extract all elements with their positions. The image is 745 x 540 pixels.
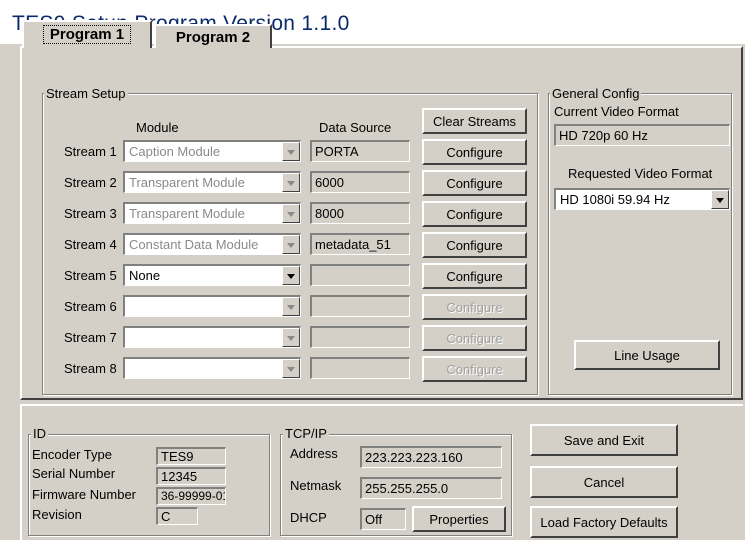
- encoder-type-label: Encoder Type: [32, 447, 112, 462]
- current-video-format-label: Current Video Format: [554, 104, 679, 119]
- current-video-format-field: HD 720p 60 Hz: [554, 124, 730, 146]
- stream-1-source-field[interactable]: PORTA: [310, 140, 410, 162]
- stream-8-module-select[interactable]: [123, 357, 301, 379]
- stream-5-configure-button[interactable]: Configure: [422, 263, 527, 289]
- stream-8-configure-button[interactable]: Configure: [422, 356, 527, 382]
- chevron-down-icon: [282, 142, 300, 161]
- firmware-number-field: 36-99999-01: [156, 487, 226, 505]
- requested-video-format-label: Requested Video Format: [568, 166, 713, 181]
- requested-video-format-select[interactable]: HD 1080i 59.94 Hz: [554, 188, 730, 210]
- stream-1-module-select[interactable]: Caption Module: [123, 140, 301, 162]
- id-label: ID: [31, 426, 48, 441]
- dhcp-label: DHCP: [290, 510, 327, 525]
- encoder-type-field: TES9: [156, 447, 226, 465]
- stream-2-module-select[interactable]: Transparent Module: [123, 171, 301, 193]
- serial-number-field: 12345: [156, 467, 226, 485]
- load-factory-defaults-button[interactable]: Load Factory Defaults: [530, 506, 678, 538]
- chevron-down-icon: [282, 328, 300, 347]
- stream-2-configure-button[interactable]: Configure: [422, 170, 527, 196]
- stream-3-configure-button[interactable]: Configure: [422, 201, 527, 227]
- serial-number-label: Serial Number: [32, 466, 116, 481]
- general-config-label: General Config: [550, 86, 642, 101]
- lower-panel: ID Encoder Type TES9 Serial Number 12345…: [20, 404, 743, 540]
- stream-7-module-select[interactable]: [123, 326, 301, 348]
- stream-3-module-value: Transparent Module: [129, 206, 245, 221]
- chevron-down-icon[interactable]: [711, 190, 729, 209]
- stream-6-source-field[interactable]: [310, 295, 410, 317]
- properties-button[interactable]: Properties: [412, 506, 506, 532]
- stream-1-module-value: Caption Module: [129, 144, 221, 159]
- stream-6-configure-button[interactable]: Configure: [422, 294, 527, 320]
- stream-3-source-field[interactable]: 8000: [310, 202, 410, 224]
- save-and-exit-button[interactable]: Save and Exit: [530, 424, 678, 456]
- stream-7-configure-button[interactable]: Configure: [422, 325, 527, 351]
- tab-program-2[interactable]: Program 2: [154, 24, 272, 48]
- cancel-button[interactable]: Cancel: [530, 466, 678, 498]
- module-header: Module: [136, 120, 179, 135]
- stream-7-label: Stream 7: [64, 330, 117, 345]
- stream-setup-label: Stream Setup: [44, 86, 128, 101]
- line-usage-button[interactable]: Line Usage: [574, 340, 720, 370]
- stream-8-source-field[interactable]: [310, 357, 410, 379]
- tcpip-label: TCP/IP: [283, 426, 329, 441]
- stream-1-label: Stream 1: [64, 144, 117, 159]
- requested-video-format-value: HD 1080i 59.94 Hz: [560, 192, 670, 207]
- chevron-down-icon: [282, 204, 300, 223]
- chevron-down-icon[interactable]: [282, 266, 300, 285]
- revision-field: C: [156, 507, 198, 525]
- chevron-down-icon: [282, 173, 300, 192]
- stream-5-source-field[interactable]: [310, 264, 410, 286]
- stream-6-module-select[interactable]: [123, 295, 301, 317]
- stream-4-label: Stream 4: [64, 237, 117, 252]
- program-panel: Stream Setup Module Data Source Clear St…: [20, 46, 743, 400]
- stream-4-configure-button[interactable]: Configure: [422, 232, 527, 258]
- stream-5-module-value: None: [129, 268, 161, 283]
- netmask-label: Netmask: [290, 478, 342, 493]
- stream-3-module-select[interactable]: Transparent Module: [123, 202, 301, 224]
- address-label: Address: [290, 446, 338, 461]
- stream-1-configure-button[interactable]: Configure: [422, 139, 527, 165]
- setup-window: TES9 Setup Program Version 1.1.0 Program…: [0, 0, 745, 540]
- netmask-field[interactable]: 255.255.255.0: [360, 477, 502, 499]
- chevron-down-icon: [282, 359, 300, 378]
- stream-6-label: Stream 6: [64, 299, 117, 314]
- clear-streams-button[interactable]: Clear Streams: [422, 108, 527, 134]
- stream-7-source-field[interactable]: [310, 326, 410, 348]
- stream-2-label: Stream 2: [64, 175, 117, 190]
- stream-4-source-field[interactable]: metadata_51: [310, 233, 410, 255]
- stream-5-label: Stream 5: [64, 268, 117, 283]
- stream-4-module-value: Constant Data Module: [129, 237, 259, 252]
- firmware-number-label: Firmware Number: [32, 487, 137, 502]
- revision-label: Revision: [32, 507, 82, 522]
- tab-program-1[interactable]: Program 1: [22, 20, 152, 48]
- data-source-header: Data Source: [319, 120, 392, 135]
- dhcp-field[interactable]: Off: [360, 508, 406, 530]
- stream-4-module-select[interactable]: Constant Data Module: [123, 233, 301, 255]
- stream-8-label: Stream 8: [64, 361, 117, 376]
- stream-3-label: Stream 3: [64, 206, 117, 221]
- stream-2-source-field[interactable]: 6000: [310, 171, 410, 193]
- address-field[interactable]: 223.223.223.160: [360, 446, 502, 468]
- tab-program-1-label: Program 1: [42, 25, 132, 44]
- chevron-down-icon: [282, 235, 300, 254]
- chevron-down-icon: [282, 297, 300, 316]
- stream-2-module-value: Transparent Module: [129, 175, 245, 190]
- stream-5-module-select[interactable]: None: [123, 264, 301, 286]
